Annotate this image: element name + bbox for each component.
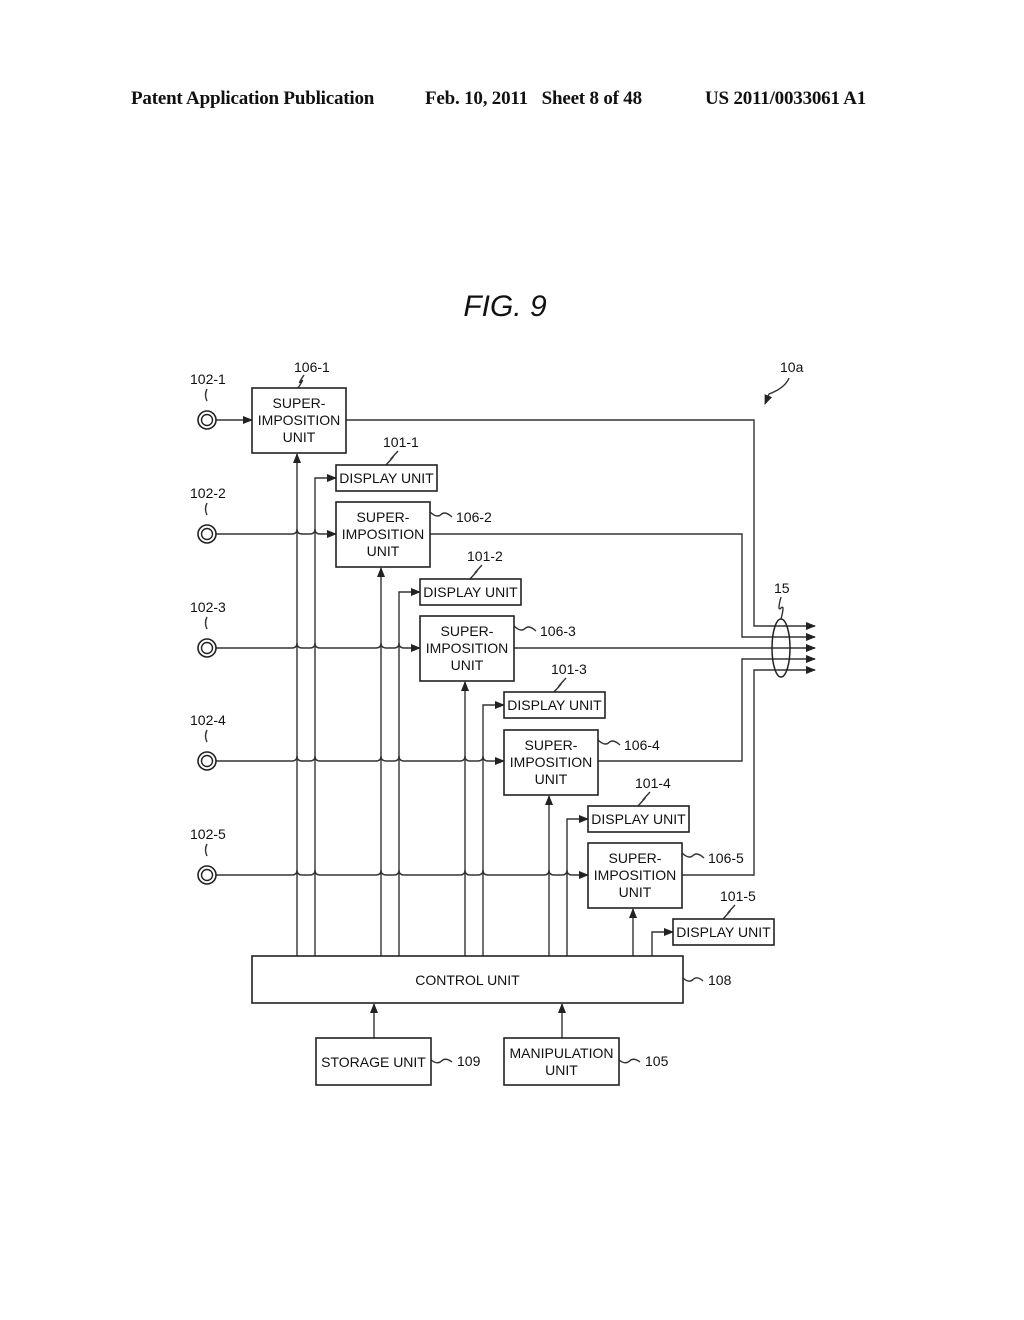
input-leader <box>204 502 208 516</box>
superimposition-unit-label: SUPER- <box>357 509 410 525</box>
input-ref-label: 102-2 <box>190 485 226 501</box>
control-unit-ref: 108 <box>708 972 732 988</box>
manipulation-unit-label: MANIPULATION <box>510 1045 614 1061</box>
input-terminal-icon <box>197 638 217 658</box>
system-ref: 10a <box>780 359 804 375</box>
input-signal-line <box>216 755 505 765</box>
superimposition-unit-label: UNIT <box>619 884 652 900</box>
input-signal-line <box>216 869 589 879</box>
manipulation-unit-ref: 105 <box>645 1053 669 1069</box>
display-ref: 101-1 <box>383 434 419 450</box>
input-signal-line <box>216 642 421 652</box>
ref-leader <box>385 450 399 466</box>
display-ref: 101-3 <box>551 661 587 677</box>
ref-leader <box>469 564 483 580</box>
superimposition-unit-label: UNIT <box>367 543 400 559</box>
superimposition-unit-label: IMPOSITION <box>510 754 592 770</box>
system-ref-arrow <box>764 377 790 405</box>
input-terminal-icon <box>197 751 217 771</box>
control-to-display-line <box>566 815 589 956</box>
superimposition-unit-label: UNIT <box>451 657 484 673</box>
ref-leader <box>597 739 621 746</box>
superimposition-ref: 106-4 <box>624 737 660 753</box>
control-to-display-line <box>482 701 505 956</box>
superimposition-unit-label: IMPOSITION <box>594 867 676 883</box>
input-ref-label: 102-4 <box>190 712 226 728</box>
input-terminal-icon <box>197 865 217 885</box>
superimposition-unit-label: IMPOSITION <box>258 412 340 428</box>
bundle-leader <box>778 596 784 620</box>
block-diagram: 102-1102-2102-3102-4102-515SUPER-IMPOSIT… <box>190 359 816 1086</box>
display-unit-label: DISPLAY UNIT <box>339 470 434 486</box>
superimposition-unit-label: SUPER- <box>525 737 578 753</box>
ref-leader <box>430 1058 453 1064</box>
control-to-display-line <box>651 928 674 956</box>
superimposition-unit-label: IMPOSITION <box>426 640 508 656</box>
ref-leader <box>297 374 305 389</box>
control-unit-label: CONTROL UNIT <box>415 972 520 988</box>
input-terminal-icon <box>197 410 217 430</box>
display-unit-label: DISPLAY UNIT <box>591 811 686 827</box>
display-unit-label: DISPLAY UNIT <box>423 584 518 600</box>
input-ref-label: 102-1 <box>190 371 226 387</box>
control-to-display-line <box>314 474 337 956</box>
input-leader <box>204 616 208 630</box>
superimposition-unit-label: IMPOSITION <box>342 526 424 542</box>
superimposition-unit-label: SUPER- <box>441 623 494 639</box>
output-bundle-ref: 15 <box>774 580 790 596</box>
control-to-display-line <box>398 588 421 956</box>
input-leader <box>204 729 208 743</box>
ref-leader <box>553 677 567 693</box>
ref-leader <box>722 904 736 920</box>
input-signal-line <box>216 528 337 538</box>
superimposition-unit-label: SUPER- <box>273 395 326 411</box>
input-ref-label: 102-5 <box>190 826 226 842</box>
display-unit-label: DISPLAY UNIT <box>507 697 602 713</box>
ref-leader <box>682 977 704 982</box>
display-ref: 101-4 <box>635 775 671 791</box>
ref-leader <box>429 511 453 518</box>
input-ref-label: 102-3 <box>190 599 226 615</box>
manipulation-unit-label: UNIT <box>545 1062 578 1078</box>
storage-unit-ref: 109 <box>457 1053 481 1069</box>
input-leader <box>204 388 208 402</box>
display-ref: 101-5 <box>720 888 756 904</box>
input-terminal-icon <box>197 524 217 544</box>
input-leader <box>204 843 208 857</box>
ref-leader <box>513 625 537 632</box>
superimposition-ref: 106-3 <box>540 623 576 639</box>
storage-unit-label: STORAGE UNIT <box>321 1054 426 1070</box>
display-unit-label: DISPLAY UNIT <box>676 924 771 940</box>
ref-leader <box>637 791 651 807</box>
output-signal-line <box>682 666 816 876</box>
ref-leader <box>618 1058 641 1064</box>
superimposition-unit-label: SUPER- <box>609 850 662 866</box>
superimposition-ref: 106-2 <box>456 509 492 525</box>
display-ref: 101-2 <box>467 548 503 564</box>
superimposition-ref: 106-1 <box>294 359 330 375</box>
ref-leader <box>681 852 705 859</box>
superimposition-unit-label: UNIT <box>283 429 316 445</box>
superimposition-unit-label: UNIT <box>535 771 568 787</box>
superimposition-ref: 106-5 <box>708 850 744 866</box>
